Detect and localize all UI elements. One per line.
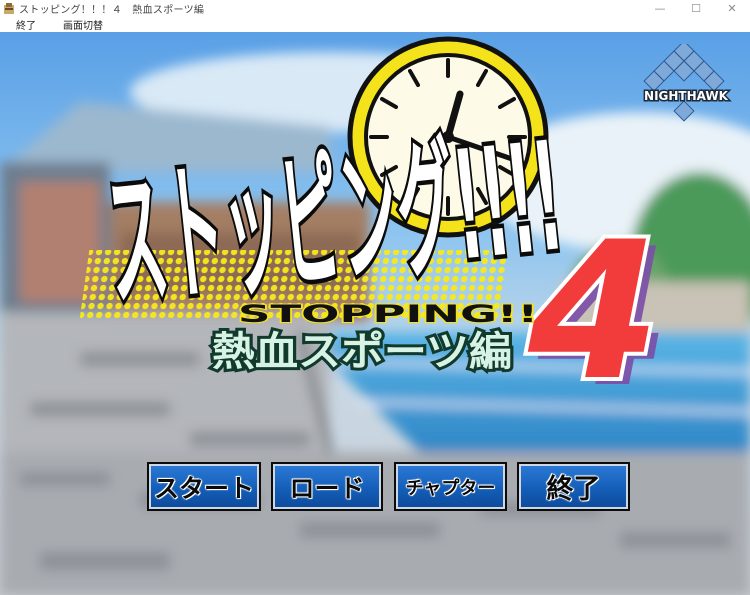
window-title: ストッピング！！！４ 熱血スポーツ編	[19, 5, 205, 16]
window-controls: — ☐ ✕	[642, 0, 750, 17]
app-icon	[4, 2, 14, 14]
maximize-button[interactable]: ☐	[678, 0, 714, 17]
menu-item-quit[interactable]: 終了	[0, 17, 47, 32]
nighthawk-logo: NIGHTHAWK	[627, 44, 745, 124]
logo-subtitle: STOPPING!!	[238, 300, 538, 328]
quit-button[interactable]: 終了	[517, 462, 630, 511]
title-screen: ストッピング!!!! 4 4 STOPPING!! 熱血スポーツ編 NIGHTH…	[0, 32, 750, 595]
logo-edition: 熱血スポーツ編	[212, 329, 512, 375]
window-titlebar: ストッピング！！！４ 熱血スポーツ編 — ☐ ✕	[0, 0, 750, 17]
logo-number: 4 4	[523, 197, 670, 429]
svg-text:4: 4	[527, 201, 660, 422]
chapter-button[interactable]: チャプター	[394, 462, 507, 511]
menu-item-screen-toggle[interactable]: 画面切替	[47, 17, 114, 32]
svg-text:NIGHTHAWK: NIGHTHAWK	[644, 89, 729, 103]
minimize-button[interactable]: —	[642, 0, 678, 17]
load-button[interactable]: ロード	[271, 462, 383, 511]
menubar: 終了 画面切替	[0, 17, 750, 33]
close-button[interactable]: ✕	[714, 0, 750, 17]
start-button[interactable]: スタート	[147, 462, 261, 511]
